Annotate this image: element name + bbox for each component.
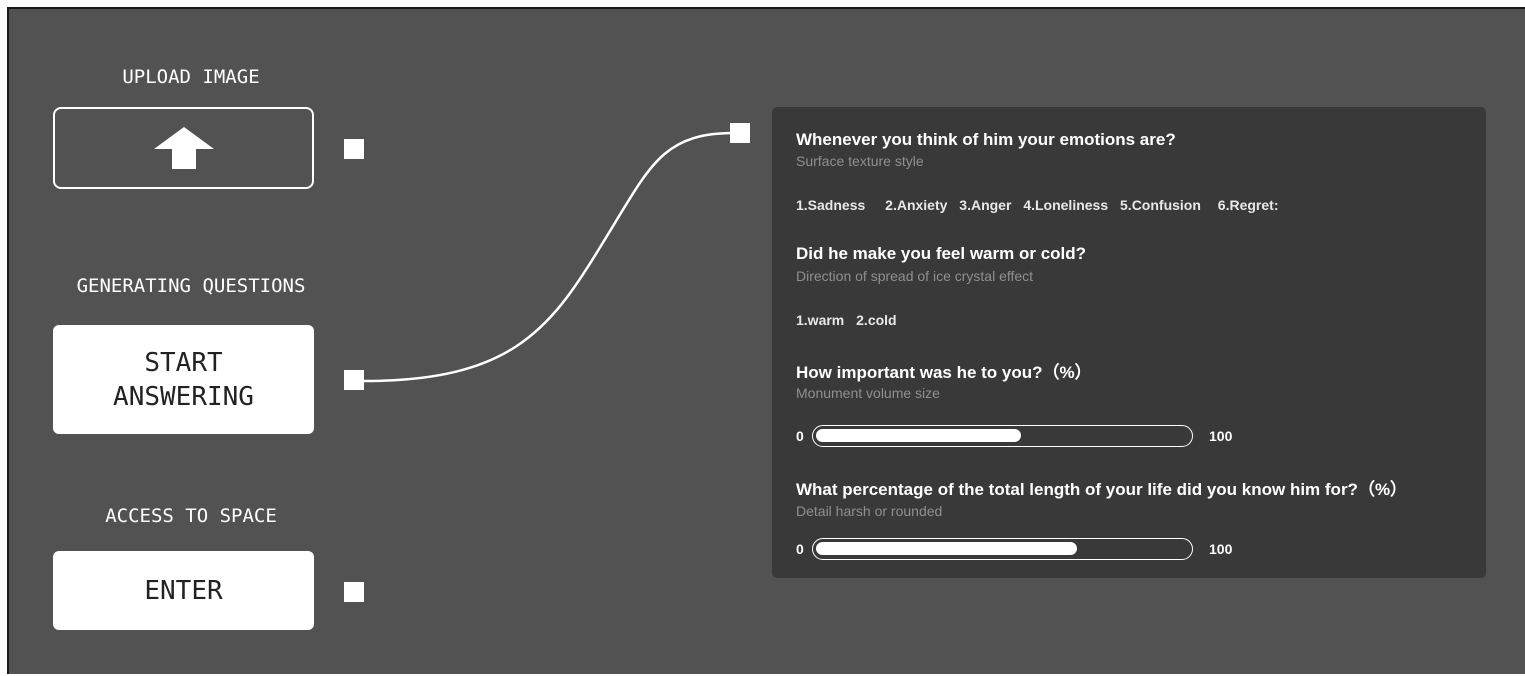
importance-slider-fill — [816, 429, 1021, 442]
importance-slider-min: 0 — [796, 428, 804, 444]
option-warm[interactable]: 1.warm — [796, 312, 844, 328]
life-percentage-slider-min: 0 — [796, 541, 804, 557]
option-anger[interactable]: 3.Anger — [959, 197, 1011, 213]
start-answering-output-node[interactable] — [344, 370, 364, 390]
importance-slider-max: 100 — [1209, 428, 1233, 444]
question-4-title: What percentage of the total length of y… — [796, 480, 1408, 499]
option-loneliness[interactable]: 4.Loneliness — [1023, 197, 1108, 213]
upload-image-button[interactable] — [53, 107, 314, 189]
upload-image-label: UPLOAD IMAGE — [122, 66, 260, 88]
life-percentage-slider: 0 100 — [796, 538, 1256, 560]
generating-questions-label: GENERATING QUESTIONS — [76, 275, 306, 297]
question-1-title: Whenever you think of him your emotions … — [796, 130, 1176, 149]
life-percentage-slider-max: 100 — [1209, 541, 1233, 557]
access-to-space-label: ACCESS TO SPACE — [105, 505, 277, 527]
question-3-title: How important was he to you?（%） — [796, 363, 1092, 382]
option-cold[interactable]: 2.cold — [856, 312, 896, 328]
question-1-subtitle: Surface texture style — [796, 153, 924, 169]
question-2-options: 1.warm 2.cold — [796, 312, 904, 328]
option-sadness[interactable]: 1.Sadness — [796, 197, 865, 213]
question-3-subtitle: Monument volume size — [796, 385, 940, 401]
upload-output-node[interactable] — [344, 139, 364, 159]
importance-slider-track[interactable] — [812, 425, 1193, 447]
start-answering-button[interactable]: START ANSWERING — [53, 325, 314, 434]
life-percentage-slider-fill — [816, 542, 1077, 555]
question-2-subtitle: Direction of spread of ice crystal effec… — [796, 268, 1034, 284]
option-confusion[interactable]: 5.Confusion — [1120, 197, 1201, 213]
importance-slider: 0 100 — [796, 425, 1256, 447]
canvas: UPLOAD IMAGE GENERATING QUESTIONS START … — [7, 7, 1525, 674]
question-1-options: 1.Sadness 2.Anxiety 3.Anger 4.Loneliness… — [796, 197, 1285, 213]
option-regret[interactable]: 6.Regret: — [1218, 197, 1279, 213]
start-answering-line1: START — [144, 347, 223, 378]
question-4-subtitle: Detail harsh or rounded — [796, 503, 943, 519]
option-anxiety[interactable]: 2.Anxiety — [885, 197, 947, 213]
start-answering-line2: ANSWERING — [113, 381, 254, 412]
questions-panel: Whenever you think of him your emotions … — [772, 107, 1486, 578]
arrow-up-icon — [153, 127, 214, 169]
enter-button[interactable]: ENTER — [53, 551, 314, 630]
question-2-title: Did he make you feel warm or cold? — [796, 244, 1087, 263]
enter-output-node[interactable] — [344, 582, 364, 602]
life-percentage-slider-track[interactable] — [812, 538, 1193, 560]
questions-input-node[interactable] — [730, 123, 750, 143]
